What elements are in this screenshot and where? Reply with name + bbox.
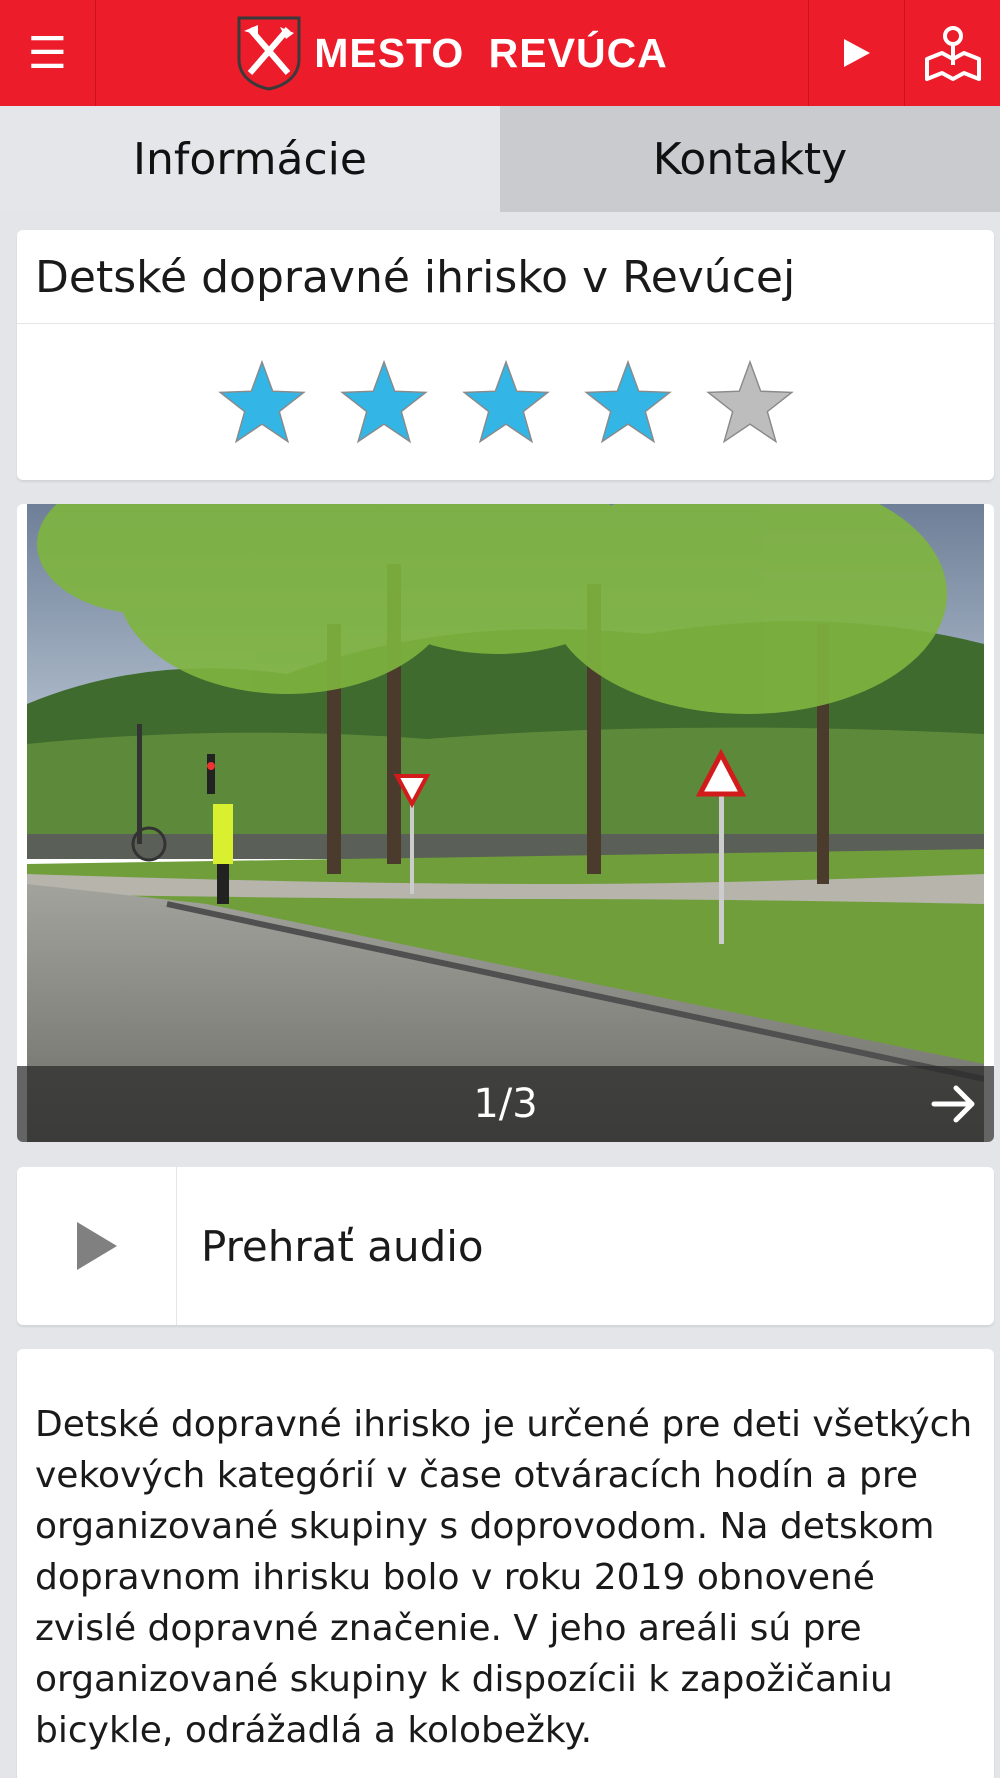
gallery-counter: 1/3 xyxy=(473,1081,538,1127)
menu-button[interactable]: ☰ xyxy=(0,0,96,106)
star-icon[interactable] xyxy=(581,360,675,450)
play-icon xyxy=(843,39,870,67)
audio-player[interactable]: Prehrať audio xyxy=(17,1167,994,1325)
tab-label: Informácie xyxy=(133,133,367,185)
map-button[interactable] xyxy=(904,0,1000,106)
audio-play-button[interactable] xyxy=(17,1167,177,1325)
description-text: Detské dopravné ihrisko je určené pre de… xyxy=(35,1404,973,1751)
description-card: Detské dopravné ihrisko je určené pre de… xyxy=(17,1349,994,1778)
star-icon[interactable] xyxy=(459,360,553,450)
photo-gallery[interactable]: 1/3 xyxy=(17,504,994,1142)
app-title-text: MESTO REVÚCA xyxy=(314,29,668,76)
star-icon[interactable] xyxy=(703,360,797,450)
star-icon[interactable] xyxy=(215,360,309,450)
tab-kontakty[interactable]: Kontakty xyxy=(500,106,1000,212)
map-pin-icon xyxy=(924,26,981,81)
arrow-right-icon[interactable] xyxy=(930,1080,978,1128)
header-play-button[interactable] xyxy=(808,0,904,106)
tab-label: Kontakty xyxy=(652,133,848,185)
hamburger-menu-icon: ☰ xyxy=(27,27,68,79)
place-header-card: Detské dopravné ihrisko v Revúcej xyxy=(17,230,994,480)
city-coat-of-arms-icon xyxy=(237,16,301,91)
tab-bar: Informácie Kontakty xyxy=(0,106,1000,212)
place-title: Detské dopravné ihrisko v Revúcej xyxy=(17,230,994,324)
star-icon[interactable] xyxy=(337,360,431,450)
audio-label: Prehrať audio xyxy=(201,1221,484,1271)
rating-stars xyxy=(17,324,994,450)
tab-informacie[interactable]: Informácie xyxy=(0,106,500,212)
gallery-photo xyxy=(27,504,984,1142)
app-title: MESTO REVÚCA xyxy=(96,0,808,106)
play-icon xyxy=(76,1222,117,1270)
gallery-caption-bar: 1/3 xyxy=(17,1066,994,1142)
app-header: ☰ MESTO REVÚCA xyxy=(0,0,1000,106)
